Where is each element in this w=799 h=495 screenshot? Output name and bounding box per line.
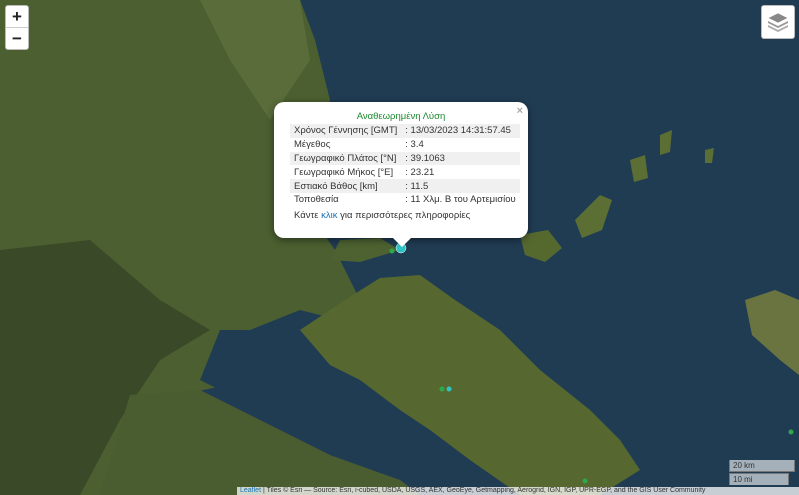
table-row: Εστιακό Βάθος [km]: 11.5 bbox=[290, 179, 520, 193]
earthquake-marker bbox=[582, 478, 588, 484]
row-label: Τοποθεσία bbox=[294, 194, 339, 206]
row-value: : 39.1063 bbox=[401, 151, 520, 166]
attribution-text: | Tiles © Esri — Source: Esri, i-cubed, … bbox=[261, 487, 706, 494]
row-value: : 23.21 bbox=[405, 166, 435, 178]
row-label: Γεωγραφικό Πλάτος [°N] bbox=[290, 151, 402, 166]
popup-tip bbox=[393, 238, 411, 247]
table-row: Τοποθεσία : 11 Χλμ. Β του Αρτεμισίου bbox=[290, 193, 520, 207]
table-row: Γεωγραφικό Μήκος [°E] : 23.21 bbox=[290, 165, 520, 179]
row-value: : 11.5 bbox=[401, 179, 520, 193]
earthquake-marker bbox=[439, 386, 445, 392]
layers-icon bbox=[767, 12, 789, 32]
zoom-control: + − bbox=[5, 5, 29, 50]
satellite-map[interactable] bbox=[0, 0, 799, 495]
earthquake-marker bbox=[446, 386, 452, 392]
more-prefix: Κάντε bbox=[294, 209, 322, 221]
earthquake-marker bbox=[389, 248, 395, 254]
row-label: Μέγεθος bbox=[294, 139, 331, 151]
zoom-in-button[interactable]: + bbox=[6, 6, 28, 28]
zoom-out-button[interactable]: − bbox=[6, 28, 28, 49]
table-row: Γεωγραφικό Πλάτος [°N]: 39.1063 bbox=[290, 151, 520, 166]
earthquake-marker bbox=[788, 429, 794, 435]
close-icon[interactable]: × bbox=[517, 105, 523, 117]
popup-info-table: Χρόνος Γέννησης [GMT]: 13/03/2023 14:31:… bbox=[290, 124, 520, 207]
scale-km: 20 km bbox=[729, 460, 795, 472]
more-info-link[interactable]: κλικ bbox=[321, 210, 337, 221]
earthquake-popup: × Αναθεωρημένη Λύση Χρόνος Γέννησης [GMT… bbox=[274, 102, 528, 247]
row-value: : 3.4 bbox=[405, 139, 424, 151]
table-row: Μέγεθος : 3.4 bbox=[290, 138, 520, 152]
attribution: Leaflet | Tiles © Esri — Source: Esri, i… bbox=[237, 487, 799, 495]
more-suffix: για περισσότερες πληροφορίες bbox=[337, 209, 471, 221]
popup-title: Αναθεωρημένη Λύση bbox=[356, 111, 446, 122]
more-info-text: Κάντε κλικ για περισσότερες πληροφορίες bbox=[294, 210, 528, 221]
row-label: Εστιακό Βάθος [km] bbox=[290, 179, 402, 193]
row-value: : 13/03/2023 14:31:57.45 bbox=[401, 124, 520, 138]
table-row: Χρόνος Γέννησης [GMT]: 13/03/2023 14:31:… bbox=[290, 124, 520, 138]
scale-bar: 20 km 10 mi bbox=[729, 460, 795, 485]
row-label: Χρόνος Γέννησης [GMT] bbox=[290, 124, 402, 138]
layers-button[interactable] bbox=[761, 5, 795, 39]
scale-mi: 10 mi bbox=[729, 473, 789, 485]
row-value: : 11 Χλμ. Β του Αρτεμισίου bbox=[405, 194, 516, 206]
row-label: Γεωγραφικό Μήκος [°E] bbox=[294, 166, 394, 178]
leaflet-link[interactable]: Leaflet bbox=[240, 487, 261, 494]
